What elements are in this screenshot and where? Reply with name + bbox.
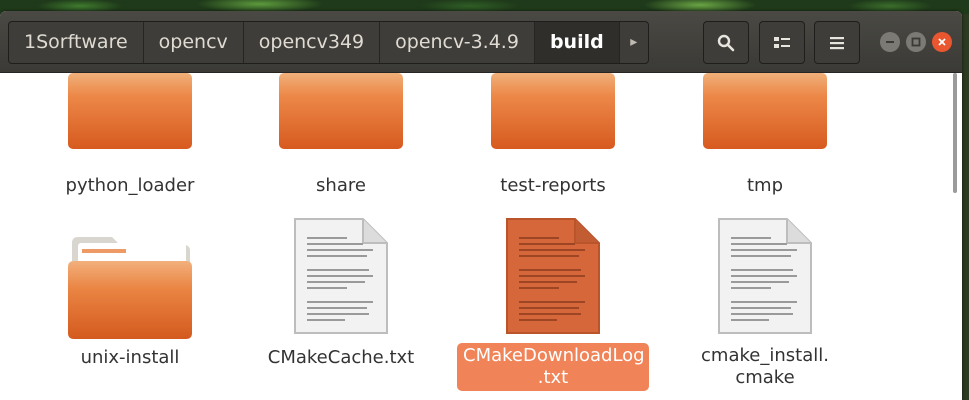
breadcrumb-item-build[interactable]: build bbox=[534, 22, 620, 63]
file-item-label-line: .txt bbox=[537, 367, 569, 388]
menu-button[interactable] bbox=[814, 21, 860, 64]
folder-icon bbox=[68, 73, 192, 149]
view-options-button[interactable] bbox=[759, 21, 805, 64]
file-item-label: CMakeCache.txt bbox=[267, 347, 415, 368]
file-item-label: unix-install bbox=[80, 347, 180, 368]
breadcrumb-item-opencv349[interactable]: opencv349 bbox=[244, 22, 381, 63]
breadcrumb-scroll-right-icon[interactable]: ▸ bbox=[620, 22, 648, 63]
file-manager-window: 1Sorftware opencv opencv349 opencv-3.4.9… bbox=[0, 11, 962, 400]
folder-icon bbox=[703, 73, 827, 149]
text-file-icon bbox=[506, 218, 600, 334]
file-item[interactable]: CMakeCache.txt bbox=[241, 213, 441, 373]
search-icon bbox=[717, 34, 735, 51]
file-item-label: test-reports bbox=[500, 175, 606, 196]
header-bar: 1Sorftware opencv opencv349 opencv-3.4.9… bbox=[0, 11, 962, 73]
hamburger-menu-icon bbox=[830, 36, 844, 49]
file-item[interactable]: cmake_install. cmake bbox=[665, 213, 865, 393]
maximize-icon bbox=[911, 37, 921, 47]
minimize-button[interactable] bbox=[880, 32, 900, 52]
file-grid: python_loader share test-reports tmp uni… bbox=[0, 73, 962, 400]
close-button[interactable] bbox=[932, 32, 952, 52]
file-item-label: cmake_install. cmake bbox=[665, 345, 865, 389]
folder-open-icon bbox=[68, 237, 192, 339]
folder-icon bbox=[279, 73, 403, 149]
file-item-label: CMakeDownloadLog .txt bbox=[457, 343, 649, 391]
folder-icon bbox=[491, 73, 615, 149]
breadcrumb-item-opencv-3.4.9[interactable]: opencv-3.4.9 bbox=[380, 22, 535, 63]
file-item-label-line: cmake bbox=[735, 367, 795, 388]
breadcrumb-item-opencv[interactable]: opencv bbox=[144, 22, 244, 63]
file-item-label: tmp bbox=[746, 175, 784, 196]
file-item-label: share bbox=[316, 175, 366, 196]
file-item[interactable]: unix-install bbox=[30, 213, 230, 373]
breadcrumb: 1Sorftware opencv opencv349 opencv-3.4.9… bbox=[8, 21, 649, 64]
search-button[interactable] bbox=[703, 21, 749, 64]
text-file-icon bbox=[294, 218, 388, 334]
file-item-selected[interactable]: CMakeDownloadLog .txt bbox=[453, 213, 653, 393]
file-item-label-line: CMakeDownloadLog bbox=[463, 345, 645, 366]
close-icon bbox=[938, 38, 946, 46]
file-item-label-line: cmake_install. bbox=[701, 345, 829, 366]
minimize-icon bbox=[886, 41, 894, 43]
file-item-label: python_loader bbox=[65, 175, 195, 196]
text-file-icon bbox=[718, 218, 812, 334]
scrollbar[interactable] bbox=[953, 73, 957, 193]
breadcrumb-item-1sorftware[interactable]: 1Sorftware bbox=[9, 22, 144, 63]
view-options-icon bbox=[774, 36, 790, 48]
maximize-button[interactable] bbox=[906, 32, 926, 52]
